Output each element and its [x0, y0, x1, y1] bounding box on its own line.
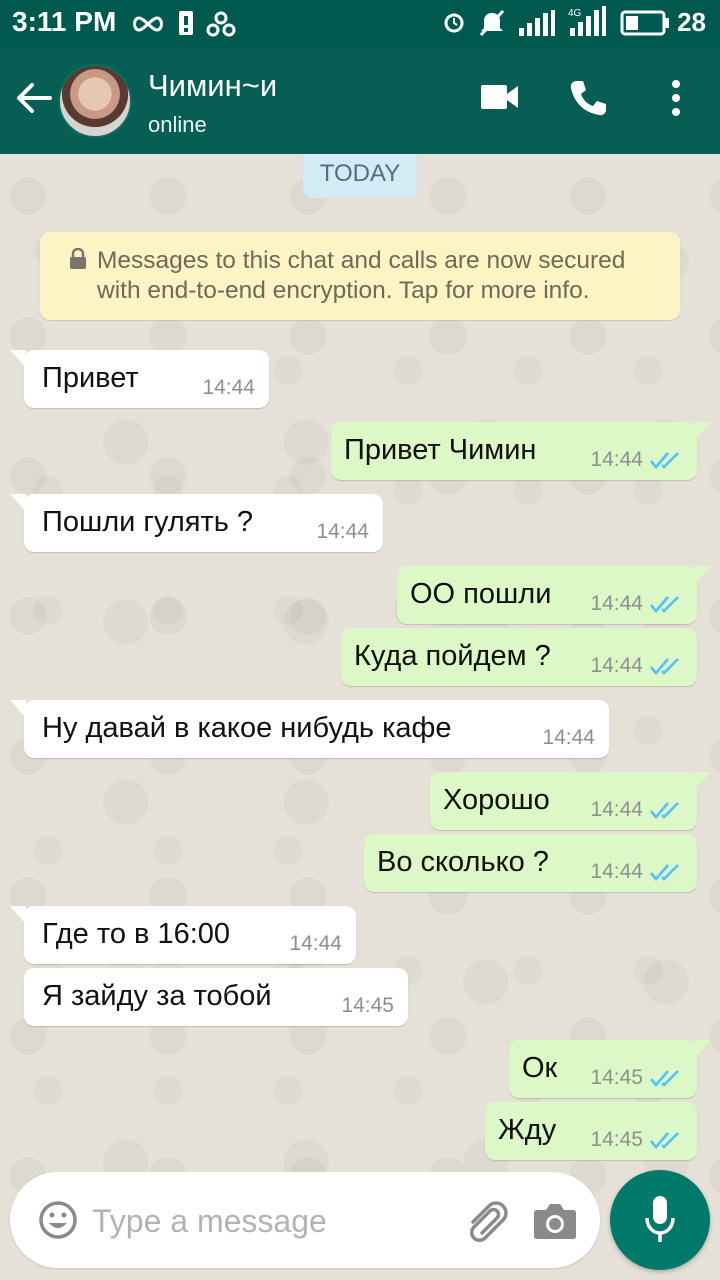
message-bubble-outgoing[interactable]: Хорошо 14:44 — [430, 772, 711, 830]
message-text: Я зайду за тобой — [42, 980, 272, 1012]
contact-name[interactable]: Чимин~и — [148, 68, 277, 104]
message-bubble-outgoing[interactable]: Привет Чимин 14:44 — [331, 422, 711, 480]
message-text: Где то в 16:00 — [42, 918, 231, 950]
trefoil-icon — [206, 11, 236, 37]
chat-area[interactable]: TODAY Messages to this chat and calls ar… — [0, 154, 720, 1280]
read-receipt-icon — [650, 658, 679, 675]
contact-status: online — [148, 112, 207, 137]
message-text: Ок — [522, 1052, 558, 1084]
message-composer — [10, 1172, 600, 1268]
message-text: Жду — [498, 1114, 557, 1146]
message-bubble-outgoing[interactable]: Ок 14:45 — [509, 1040, 711, 1098]
alarm-icon — [444, 13, 464, 33]
sim-icon — [179, 11, 193, 35]
message-time: 14:44 — [316, 520, 369, 543]
infinity-icon — [133, 16, 163, 32]
message-bubble-incoming[interactable]: Привет 14:44 — [10, 350, 269, 408]
message-text: Хорошо — [443, 784, 550, 816]
message-text: Привет Чимин — [344, 434, 537, 466]
battery-percentage: 28 — [677, 7, 706, 37]
message-bubble-incoming[interactable]: Где то в 16:00 14:44 — [10, 906, 356, 964]
phone-call-icon[interactable] — [568, 78, 608, 118]
message-time: 14:44 — [289, 932, 342, 955]
camera-icon[interactable] — [533, 1202, 577, 1240]
status-bar: 3:11 PM 4G 28 — [0, 0, 720, 48]
message-time: 14:44 — [590, 654, 643, 677]
battery-icon — [620, 10, 669, 36]
message-time: 14:44 — [590, 592, 643, 615]
encryption-notice-text: Messages to this chat and calls are now … — [97, 247, 626, 304]
read-receipt-icon — [650, 1070, 679, 1087]
video-call-icon[interactable] — [480, 82, 520, 112]
date-label: TODAY — [303, 154, 417, 198]
message-text: Куда пойдем ? — [354, 640, 551, 672]
message-time: 14:44 — [542, 726, 595, 749]
read-receipt-icon — [650, 596, 679, 613]
message-time: 14:44 — [202, 376, 255, 399]
message-bubble-incoming[interactable]: Я зайду за тобой 14:45 — [24, 968, 408, 1026]
message-bubble-incoming[interactable]: Ну давай в какое нибудь кафе 14:44 — [10, 700, 609, 758]
message-bubble-outgoing[interactable]: ОО пошли 14:44 — [397, 566, 711, 624]
message-bubble-outgoing[interactable]: Во сколько ? 14:44 — [364, 834, 697, 892]
mute-icon — [479, 9, 505, 37]
chat-header: Чимин~и online — [0, 48, 720, 154]
message-time: 14:44 — [590, 448, 643, 471]
message-time: 14:45 — [341, 994, 394, 1017]
message-text: ОО пошли — [410, 578, 552, 610]
read-receipt-icon — [650, 452, 679, 469]
read-receipt-icon — [650, 802, 679, 819]
signal-4g-icon: 4G — [568, 6, 606, 36]
voice-message-button[interactable] — [610, 1170, 710, 1270]
message-text: Во сколько ? — [377, 846, 549, 878]
microphone-icon — [645, 1196, 675, 1242]
message-bubble-incoming[interactable]: Пошли гулять ? 14:44 — [10, 494, 383, 552]
message-bubble-outgoing[interactable]: Куда пойдем ? 14:44 — [341, 628, 697, 686]
avatar[interactable] — [58, 64, 132, 138]
encryption-notice[interactable]: Messages to this chat and calls are now … — [40, 232, 680, 320]
attach-icon[interactable] — [465, 1200, 511, 1242]
signal-icon — [519, 10, 555, 36]
message-time: 14:45 — [590, 1128, 643, 1151]
message-text: Пошли гулять ? — [42, 506, 254, 538]
status-time: 3:11 PM — [12, 6, 117, 37]
message-bubble-outgoing[interactable]: Жду 14:45 — [485, 1102, 697, 1160]
message-text: Привет — [42, 362, 139, 394]
lock-icon — [70, 248, 86, 269]
message-input[interactable] — [90, 1192, 444, 1250]
message-text: Ну давай в какое нибудь кафе — [42, 712, 452, 744]
message-time: 14:45 — [590, 1066, 643, 1089]
more-vert-icon[interactable] — [666, 78, 686, 118]
read-receipt-icon — [650, 864, 679, 881]
read-receipt-icon — [650, 1132, 679, 1149]
back-arrow-icon[interactable] — [14, 78, 54, 118]
message-time: 14:44 — [590, 798, 643, 821]
message-time: 14:44 — [590, 860, 643, 883]
emoji-icon[interactable] — [38, 1200, 78, 1240]
svg-text:4G: 4G — [568, 8, 582, 19]
